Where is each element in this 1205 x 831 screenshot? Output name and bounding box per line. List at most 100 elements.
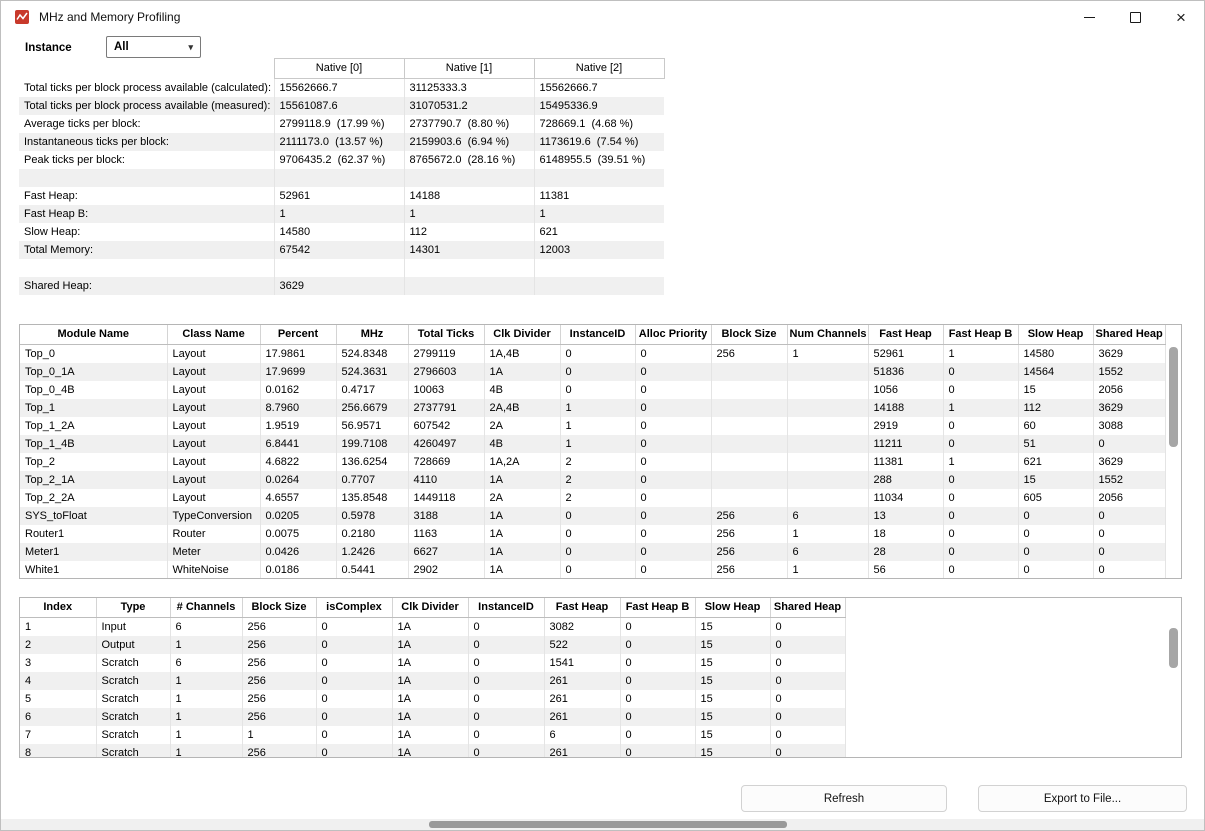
vertical-scrollbar-thumb[interactable]	[1169, 628, 1178, 668]
table-row[interactable]: Top_2_2ALayout4.6557135.854814491182A201…	[20, 489, 1165, 507]
cell: 621	[1018, 453, 1093, 471]
cell: 0	[1018, 561, 1093, 579]
table-row[interactable]: Router1Router0.00750.218011631A002561180…	[20, 525, 1165, 543]
cell: 15	[695, 690, 770, 708]
cell: 256	[242, 618, 316, 637]
column-header: Index	[20, 598, 96, 618]
table-row[interactable]: Meter1Meter0.04261.242666271A00256628000	[20, 543, 1165, 561]
cell: 1	[170, 726, 242, 744]
cell: 2737790.7 (8.80 %)	[404, 115, 534, 133]
instance-dropdown[interactable]: All ▾	[106, 36, 201, 58]
cell: 3629	[274, 277, 404, 295]
table-row[interactable]: Top_1_2ALayout1.951956.95716075422A10291…	[20, 417, 1165, 435]
cell: 0	[635, 525, 711, 543]
cell: 0	[1018, 543, 1093, 561]
summary-row: Total ticks per block process available …	[19, 79, 664, 98]
table-row[interactable]: White1WhiteNoise0.01860.544129021A002561…	[20, 561, 1165, 579]
cell: 0	[1093, 435, 1165, 453]
cell: Top_1_4B	[20, 435, 167, 453]
cell: 1A	[392, 726, 468, 744]
summary-row: Instantaneous ticks per block:2111173.0 …	[19, 133, 664, 151]
cell: 2737791	[408, 399, 484, 417]
cell: Scratch	[96, 744, 170, 758]
window-title: MHz and Memory Profiling	[39, 10, 180, 24]
cell: 0	[635, 417, 711, 435]
table-row[interactable]: 5Scratch125601A02610150	[20, 690, 845, 708]
cell: 261	[544, 690, 620, 708]
cell: 14188	[404, 187, 534, 205]
cell: 8.7960	[260, 399, 336, 417]
table-row[interactable]: 1Input625601A030820150	[20, 618, 845, 637]
cell: 0.2180	[336, 525, 408, 543]
cell: 0	[635, 543, 711, 561]
cell: 0	[943, 543, 1018, 561]
cell: 4	[20, 672, 96, 690]
cell: 67542	[274, 241, 404, 259]
cell	[534, 277, 664, 295]
cell: 0	[316, 690, 392, 708]
cell: 1056	[868, 381, 943, 399]
table-row[interactable]: 4Scratch125601A02610150	[20, 672, 845, 690]
cell	[711, 453, 787, 471]
table-row[interactable]: 6Scratch125601A02610150	[20, 708, 845, 726]
column-header: Module Name	[20, 325, 167, 345]
column-header: Fast Heap	[544, 598, 620, 618]
cell: 256	[242, 744, 316, 758]
header-row: IndexType# ChannelsBlock SizeisComplexCl…	[20, 598, 845, 618]
instance-dropdown-value: All	[114, 41, 129, 53]
column-header: Shared Heap	[770, 598, 845, 618]
table-row[interactable]: 8Scratch125601A02610150	[20, 744, 845, 758]
cell: 524.8348	[336, 345, 408, 364]
summary-row: Fast Heap:529611418811381	[19, 187, 664, 205]
table-row[interactable]: Top_2Layout4.6822136.62547286691A,2A2011…	[20, 453, 1165, 471]
cell: Layout	[167, 399, 260, 417]
table-row[interactable]: Top_0_1ALayout17.9699524.363127966031A00…	[20, 363, 1165, 381]
cell	[787, 435, 868, 453]
table-row[interactable]: Top_1_4BLayout6.8441199.710842604974B101…	[20, 435, 1165, 453]
cell: 136.6254	[336, 453, 408, 471]
cell: 0	[560, 525, 635, 543]
maximize-button[interactable]	[1112, 1, 1158, 33]
close-button[interactable]: ×	[1158, 1, 1204, 33]
cell: 0	[770, 708, 845, 726]
cell: 56.9571	[336, 417, 408, 435]
table-row[interactable]: Top_1Layout8.7960256.667927377912A,4B101…	[20, 399, 1165, 417]
cell: WhiteNoise	[167, 561, 260, 579]
cell: 1.2426	[336, 543, 408, 561]
cell: 15	[695, 672, 770, 690]
row-label: Fast Heap:	[19, 187, 274, 205]
cell: 0	[316, 744, 392, 758]
cell: Top_0_1A	[20, 363, 167, 381]
cell: 2919	[868, 417, 943, 435]
minimize-button[interactable]	[1066, 1, 1112, 33]
window-controls: ×	[1066, 1, 1204, 33]
horizontal-scrollbar[interactable]	[1, 819, 1204, 830]
cell	[711, 471, 787, 489]
cell	[787, 381, 868, 399]
cell: 2799118.9 (17.99 %)	[274, 115, 404, 133]
column-header: MHz	[336, 325, 408, 345]
cell: 1A	[392, 708, 468, 726]
cell: 15	[695, 618, 770, 637]
table-row[interactable]: 7Scratch1101A060150	[20, 726, 845, 744]
cell: 0	[468, 726, 544, 744]
row-label	[19, 169, 274, 187]
cell: 2159903.6 (6.94 %)	[404, 133, 534, 151]
scrollbar-thumb[interactable]	[429, 821, 787, 828]
cell: 0	[316, 618, 392, 637]
export-button[interactable]: Export to File...	[978, 785, 1187, 812]
table-row[interactable]: Top_2_1ALayout0.02640.770741101A20288015…	[20, 471, 1165, 489]
table-row[interactable]: Top_0_4BLayout0.01620.4717100634B0010560…	[20, 381, 1165, 399]
table-row[interactable]: SYS_toFloatTypeConversion0.02050.5978318…	[20, 507, 1165, 525]
column-header: Percent	[260, 325, 336, 345]
refresh-button[interactable]: Refresh	[741, 785, 947, 812]
table-row[interactable]: 3Scratch625601A015410150	[20, 654, 845, 672]
table-row[interactable]: 2Output125601A05220150	[20, 636, 845, 654]
cell: White1	[20, 561, 167, 579]
vertical-scrollbar-thumb[interactable]	[1169, 347, 1178, 447]
cell: 2	[560, 453, 635, 471]
column-header: InstanceID	[468, 598, 544, 618]
table-row[interactable]: Top_0Layout17.9861524.834827991191A,4B00…	[20, 345, 1165, 364]
cell: 3629	[1093, 399, 1165, 417]
cell: Layout	[167, 363, 260, 381]
